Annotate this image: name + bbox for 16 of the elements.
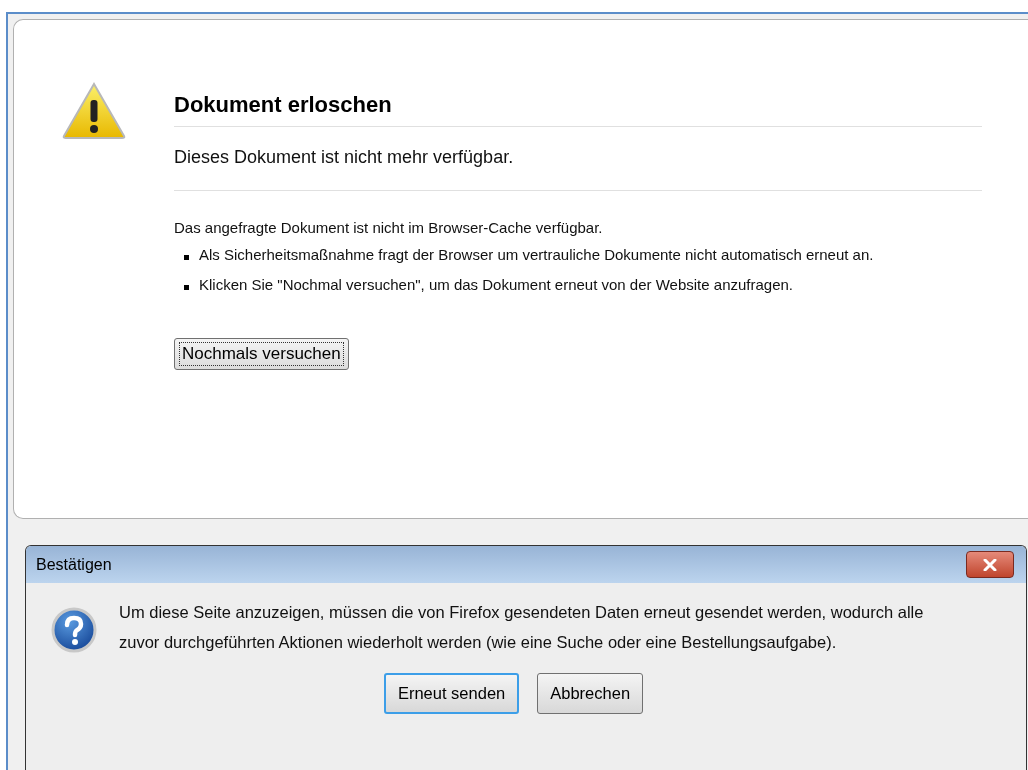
warning-icon [62, 82, 126, 140]
bullet-icon [184, 255, 189, 260]
page-subtitle: Dieses Dokument ist nicht mehr verfügbar. [174, 127, 982, 191]
question-icon [51, 607, 97, 653]
bullet-icon [184, 285, 189, 290]
page-title: Dokument erloschen [174, 82, 982, 127]
list-item: Als Sicherheitsmaßnahme fragt der Browser um vertrauliche Dokumente nicht automatisch erneut an. [199, 245, 874, 265]
dialog-button[interactable]: Erneut senden [383, 673, 520, 714]
dialog-message: Um diese Seite anzuzeigen, müssen die von Firefox gesendeten Daten erneut gesendet werden, wodurch alle zuvor durchgeführten Aktionen wiederholt werden (wie eine Suche oder eine Bestellungsaufgabe). [119, 602, 925, 653]
close-button[interactable] [966, 551, 1014, 578]
dialog-button[interactable]: Abbrechen [537, 673, 644, 714]
list-item: Klicken Sie "Nochmal versuchen", um das Dokument erneut von der Website anzufragen. [199, 275, 793, 295]
retry-button[interactable]: Nochmals versuchen [174, 338, 349, 370]
body-text: Das angefragte Dokument ist nicht im Browser-Cache verfügbar. [174, 219, 604, 236]
close-icon [983, 558, 997, 571]
window-title: Bestätigen [36, 555, 112, 574]
